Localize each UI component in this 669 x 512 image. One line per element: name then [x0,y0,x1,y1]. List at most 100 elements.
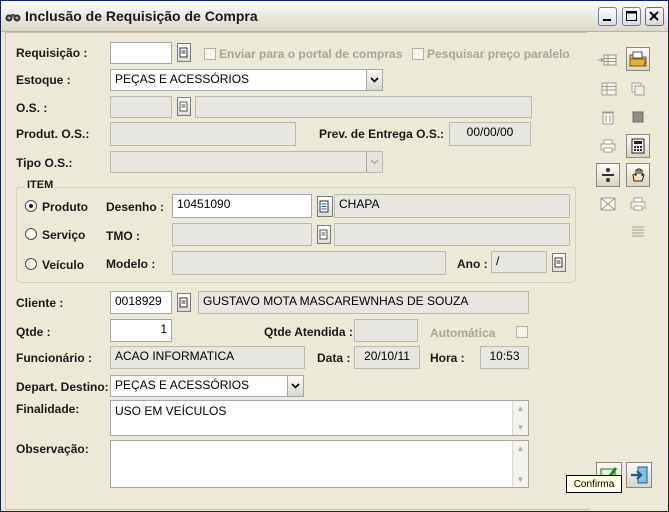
printer-alt-icon [630,197,646,211]
servico-radio-label: Serviço [42,228,86,242]
ano-label: Ano : [457,257,488,271]
estoque-select[interactable]: PEÇAS E ACESSÓRIOS [110,69,383,91]
pesquisar-preco-checkbox[interactable] [412,48,424,60]
stop-icon [632,111,644,123]
enviar-portal-label: Enviar para o portal de compras [219,47,403,61]
produt-os-label: Produt. O.S.: [16,127,90,141]
scroll-up-icon[interactable]: ▲ [513,441,528,456]
scroll-up-icon[interactable]: ▲ [513,401,528,416]
finalidade-textarea[interactable]: USO EM VEÍCULOS ▲ ▼ [110,400,529,436]
copy-button[interactable] [626,77,650,101]
window-title: Inclusão de Requisição de Compra [25,8,258,24]
servico-radio[interactable] [25,228,37,240]
observacao-textarea[interactable]: ▲ ▼ [110,440,529,488]
desenho-input[interactable]: 10451090 [172,194,312,218]
finalidade-label: Finalidade: [16,402,80,416]
tipo-os-select[interactable] [110,151,383,173]
pesquisar-preco-label: Pesquisar preço paralelo [427,47,570,61]
open-button[interactable] [626,47,650,71]
cliente-code-input[interactable]: 0018929 [110,291,172,314]
tmo-lookup-button[interactable] [317,225,331,244]
produto-radio-label: Produto [42,200,88,214]
desenho-lookup-button[interactable] [317,196,333,217]
binoculars-icon [5,9,21,23]
qtde-input[interactable]: 1 [110,319,172,342]
desenho-description-input: CHAPA [334,194,570,218]
ano-lookup-button[interactable] [552,253,566,272]
os-description-input [195,96,532,118]
exit-icon [631,466,648,484]
copy-icon [631,82,645,96]
observacao-label: Observação: [16,442,89,456]
os-lookup-button[interactable] [177,97,191,116]
confirm-tooltip: Confirma [566,475,622,493]
folder-icon [629,51,647,67]
close-button[interactable] [645,7,664,26]
lookup-icon [179,101,188,111]
grid-cancel-button[interactable] [596,192,620,216]
cliente-lookup-button[interactable] [177,293,191,312]
lookup-icon [179,297,188,307]
veiculo-radio[interactable] [25,258,37,270]
list-add-button[interactable] [596,77,620,101]
scroll-down-icon[interactable]: ▼ [513,420,528,435]
scroll-down-icon[interactable]: ▼ [513,472,528,487]
os-code-input[interactable] [110,96,172,118]
chevron-down-icon[interactable] [366,70,382,90]
add-row-button[interactable] [596,48,620,72]
toolbar-panel [587,32,665,508]
minimize-button[interactable] [598,7,617,26]
enviar-portal-checkbox[interactable] [204,48,216,60]
exit-button[interactable] [626,462,652,488]
prev-entrega-label: Prev. de Entrega O.S.: [319,127,445,141]
tmo-input [172,223,312,246]
add-row-icon [598,54,617,66]
lines-button[interactable] [626,219,650,243]
main-window: Inclusão de Requisição de Compra Requisi… [0,0,669,512]
calculator-icon [631,138,645,154]
funcionario-label: Funcionário : [16,351,92,365]
chevron-down-icon[interactable] [287,376,303,396]
close-icon [649,11,659,21]
title-bar: Inclusão de Requisição de Compra [1,1,668,32]
observacao-scrollbar[interactable]: ▲ ▼ [512,441,528,487]
hand-button[interactable] [626,163,650,187]
tmo-description-input [334,223,570,246]
automatica-checkbox[interactable] [516,326,528,338]
print-button[interactable] [596,134,620,158]
chevron-down-icon[interactable] [366,152,382,172]
hand-icon [632,168,645,182]
lookup-icon [319,229,328,239]
prev-entrega-input: 00/00/00 [449,122,531,146]
funcionario-input: ACAO INFORMATICA [110,346,305,369]
hora-label: Hora : [430,351,465,365]
requisicao-lookup-button[interactable] [177,43,191,62]
hora-input: 10:53 [480,346,529,369]
trash-icon [602,111,614,125]
requisicao-input[interactable] [110,42,172,64]
qtde-atendida-label: Qtde Atendida : [264,325,353,339]
calculator-button[interactable] [626,134,650,158]
data-input: 20/10/11 [354,346,420,369]
qtde-label: Qtde : [16,325,51,339]
delete-button[interactable] [596,105,620,129]
produto-radio[interactable] [25,200,37,212]
automatica-label: Automática [430,326,496,340]
maximize-icon [626,11,637,21]
veiculo-radio-label: Veículo [42,258,85,272]
data-label: Data : [317,351,351,365]
printer-icon [600,139,616,153]
finalidade-text: USO EM VEÍCULOS [115,404,227,418]
minimize-icon [603,19,611,21]
maximize-button[interactable] [622,7,641,26]
produt-os-input [110,122,296,146]
depart-destino-select[interactable]: PEÇAS E ACESSÓRIOS [110,375,304,397]
modelo-input [172,251,446,275]
cliente-label: Cliente : [16,296,64,310]
finalidade-scrollbar[interactable]: ▲ ▼ [512,401,528,435]
print-alt-button[interactable] [626,192,650,216]
stop-button[interactable] [626,105,650,129]
divide-button[interactable] [596,163,620,187]
estoque-label: Estoque : [16,73,71,87]
item-group-title: ITEM [25,179,56,191]
